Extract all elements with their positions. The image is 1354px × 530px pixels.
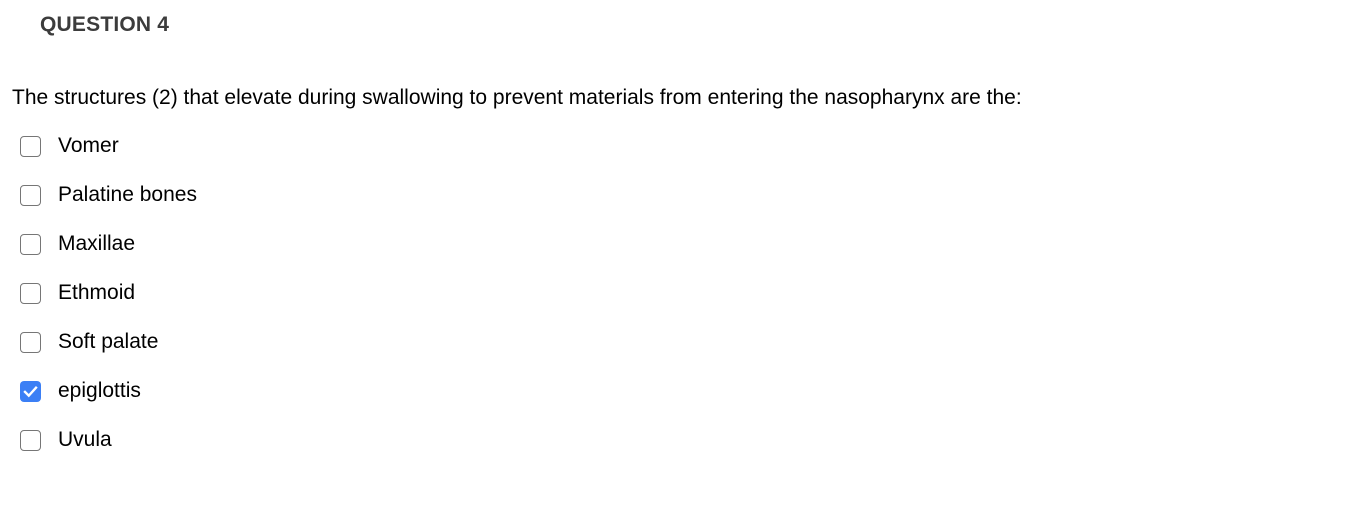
checkbox-checked-icon[interactable]	[20, 380, 41, 402]
answer-option-row[interactable]: Ethmoid	[20, 280, 1320, 306]
checkbox-unchecked-icon[interactable]	[20, 135, 41, 157]
answer-option-label[interactable]: Vomer	[58, 133, 119, 159]
checkbox-unchecked-icon[interactable]	[20, 331, 41, 353]
check-icon	[23, 385, 38, 397]
question-prompt: The structures (2) that elevate during s…	[12, 86, 1022, 109]
checkbox-unchecked-icon[interactable]	[20, 282, 41, 304]
answer-option-label[interactable]: epiglottis	[58, 378, 141, 404]
answer-option-row[interactable]: epiglottis	[20, 378, 1320, 404]
answer-option-label[interactable]: Uvula	[58, 427, 112, 453]
answer-option-label[interactable]: Maxillae	[58, 231, 135, 257]
checkbox-unchecked-icon[interactable]	[20, 184, 41, 206]
page-title: QUESTION 4	[40, 13, 170, 36]
answer-option-label[interactable]: Ethmoid	[58, 280, 135, 306]
answer-option-row[interactable]: Maxillae	[20, 231, 1320, 257]
answer-option-row[interactable]: Uvula	[20, 427, 1320, 453]
checkbox-unchecked-icon[interactable]	[20, 429, 41, 451]
answer-option-label[interactable]: Soft palate	[58, 329, 158, 355]
quiz-question-page: QUESTION 4 The structures (2) that eleva…	[0, 0, 1354, 530]
answer-option-row[interactable]: Palatine bones	[20, 182, 1320, 208]
answer-option-row[interactable]: Soft palate	[20, 329, 1320, 355]
answer-options-list: Vomer Palatine bones Maxillae Ethmoid Soft p…	[20, 133, 1320, 453]
answer-option-row[interactable]: Vomer	[20, 133, 1320, 159]
checkbox-unchecked-icon[interactable]	[20, 233, 41, 255]
answer-option-label[interactable]: Palatine bones	[58, 182, 197, 208]
